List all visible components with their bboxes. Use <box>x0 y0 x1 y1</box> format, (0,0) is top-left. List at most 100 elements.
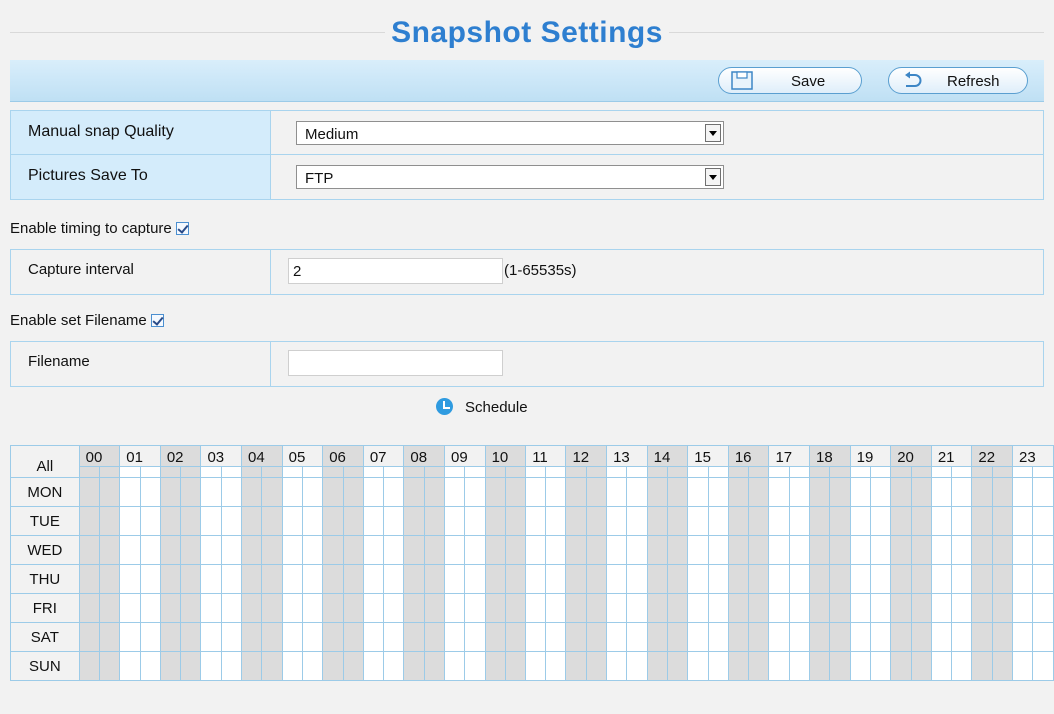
schedule-slot-cell[interactable] <box>403 477 425 507</box>
hour-header-05[interactable]: 05 <box>281 445 324 467</box>
schedule-slot-cell[interactable] <box>383 477 405 507</box>
schedule-slot-cell[interactable] <box>585 651 608 681</box>
schedule-slot-cell[interactable] <box>890 477 912 507</box>
schedule-slot-cell[interactable] <box>727 506 750 536</box>
schedule-slot-cell[interactable] <box>241 477 263 507</box>
schedule-slot-cell[interactable] <box>78 622 100 652</box>
schedule-slot-cell[interactable] <box>910 593 932 623</box>
schedule-slot-cell[interactable] <box>139 651 161 681</box>
schedule-slot-cell[interactable] <box>301 564 324 594</box>
schedule-slot-cell[interactable] <box>180 506 202 536</box>
schedule-slot-cell[interactable] <box>484 593 506 623</box>
schedule-slot-cell[interactable] <box>403 622 425 652</box>
schedule-slot-cell[interactable] <box>159 535 182 565</box>
schedule-slot-cell[interactable] <box>322 564 344 594</box>
hour-header-16[interactable]: 16 <box>727 445 770 467</box>
hour-header-15[interactable]: 15 <box>687 445 729 467</box>
schedule-slot-cell[interactable] <box>545 564 567 594</box>
schedule-slot-cell[interactable] <box>504 506 527 536</box>
schedule-slot-cell[interactable] <box>849 593 871 623</box>
schedule-slot-cell[interactable] <box>200 564 222 594</box>
schedule-slot-cell[interactable] <box>220 564 243 594</box>
schedule-slot-cell[interactable] <box>727 564 750 594</box>
schedule-slot-cell[interactable] <box>383 593 405 623</box>
half-hour-header-cell[interactable] <box>666 466 689 478</box>
schedule-slot-cell[interactable] <box>525 535 547 565</box>
schedule-slot-cell[interactable] <box>890 535 912 565</box>
schedule-slot-cell[interactable] <box>78 593 100 623</box>
schedule-slot-cell[interactable] <box>585 477 608 507</box>
schedule-slot-cell[interactable] <box>443 564 466 594</box>
schedule-slot-cell[interactable] <box>139 564 161 594</box>
day-label-fri[interactable]: FRI <box>10 593 80 623</box>
schedule-slot-cell[interactable] <box>585 593 608 623</box>
schedule-slot-cell[interactable] <box>1011 622 1034 652</box>
hour-header-01[interactable]: 01 <box>119 445 161 467</box>
schedule-slot-cell[interactable] <box>930 651 953 681</box>
schedule-slot-cell[interactable] <box>951 593 973 623</box>
schedule-slot-cell[interactable] <box>809 477 831 507</box>
schedule-slot-cell[interactable] <box>1011 564 1034 594</box>
schedule-slot-cell[interactable] <box>464 477 486 507</box>
schedule-slot-cell[interactable] <box>1032 622 1054 652</box>
schedule-slot-cell[interactable] <box>78 564 100 594</box>
schedule-slot-cell[interactable] <box>301 506 324 536</box>
schedule-slot-cell[interactable] <box>1032 593 1054 623</box>
schedule-slot-cell[interactable] <box>342 564 364 594</box>
schedule-slot-cell[interactable] <box>626 564 648 594</box>
schedule-slot-cell[interactable] <box>910 506 932 536</box>
schedule-slot-cell[interactable] <box>241 535 263 565</box>
schedule-slot-cell[interactable] <box>180 535 202 565</box>
schedule-slot-cell[interactable] <box>139 535 161 565</box>
schedule-slot-cell[interactable] <box>301 477 324 507</box>
schedule-slot-cell[interactable] <box>829 593 851 623</box>
schedule-slot-cell[interactable] <box>606 564 628 594</box>
schedule-slot-cell[interactable] <box>159 506 182 536</box>
schedule-slot-cell[interactable] <box>707 564 729 594</box>
schedule-slot-cell[interactable] <box>261 622 283 652</box>
schedule-slot-cell[interactable] <box>1011 651 1034 681</box>
schedule-slot-cell[interactable] <box>423 651 446 681</box>
half-hour-header-cell[interactable] <box>484 466 506 478</box>
schedule-slot-cell[interactable] <box>98 622 121 652</box>
schedule-slot-cell[interactable] <box>666 564 689 594</box>
schedule-slot-cell[interactable] <box>869 535 892 565</box>
half-hour-header-cell[interactable] <box>342 466 364 478</box>
schedule-slot-cell[interactable] <box>403 506 425 536</box>
schedule-slot-cell[interactable] <box>809 651 831 681</box>
schedule-slot-cell[interactable] <box>1032 477 1054 507</box>
schedule-slot-cell[interactable] <box>687 564 709 594</box>
schedule-slot-cell[interactable] <box>464 535 486 565</box>
schedule-slot-cell[interactable] <box>788 651 811 681</box>
schedule-slot-cell[interactable] <box>991 564 1014 594</box>
schedule-slot-cell[interactable] <box>464 506 486 536</box>
timing-checkbox[interactable] <box>175 222 189 235</box>
hour-header-09[interactable]: 09 <box>444 445 486 467</box>
schedule-slot-cell[interactable] <box>768 593 790 623</box>
schedule-slot-cell[interactable] <box>829 564 851 594</box>
schedule-slot-cell[interactable] <box>119 506 141 536</box>
half-hour-header-cell[interactable] <box>443 466 466 478</box>
schedule-slot-cell[interactable] <box>98 564 121 594</box>
schedule-slot-cell[interactable] <box>159 564 182 594</box>
schedule-slot-cell[interactable] <box>565 477 587 507</box>
schedule-slot-cell[interactable] <box>383 622 405 652</box>
schedule-slot-cell[interactable] <box>504 622 527 652</box>
hour-header-07[interactable]: 07 <box>362 445 405 467</box>
schedule-slot-cell[interactable] <box>951 477 973 507</box>
schedule-slot-cell[interactable] <box>383 535 405 565</box>
chevron-down-icon[interactable] <box>705 168 721 186</box>
schedule-slot-cell[interactable] <box>119 622 141 652</box>
select-all-cell[interactable]: All <box>10 445 80 478</box>
schedule-slot-cell[interactable] <box>504 651 527 681</box>
schedule-slot-cell[interactable] <box>281 506 303 536</box>
schedule-slot-cell[interactable] <box>403 593 425 623</box>
schedule-slot-cell[interactable] <box>829 506 851 536</box>
day-label-wed[interactable]: WED <box>10 535 80 565</box>
schedule-slot-cell[interactable] <box>342 535 364 565</box>
schedule-slot-cell[interactable] <box>890 564 912 594</box>
schedule-slot-cell[interactable] <box>281 622 303 652</box>
half-hour-header-cell[interactable] <box>910 466 932 478</box>
schedule-slot-cell[interactable] <box>626 651 648 681</box>
schedule-slot-cell[interactable] <box>78 477 100 507</box>
